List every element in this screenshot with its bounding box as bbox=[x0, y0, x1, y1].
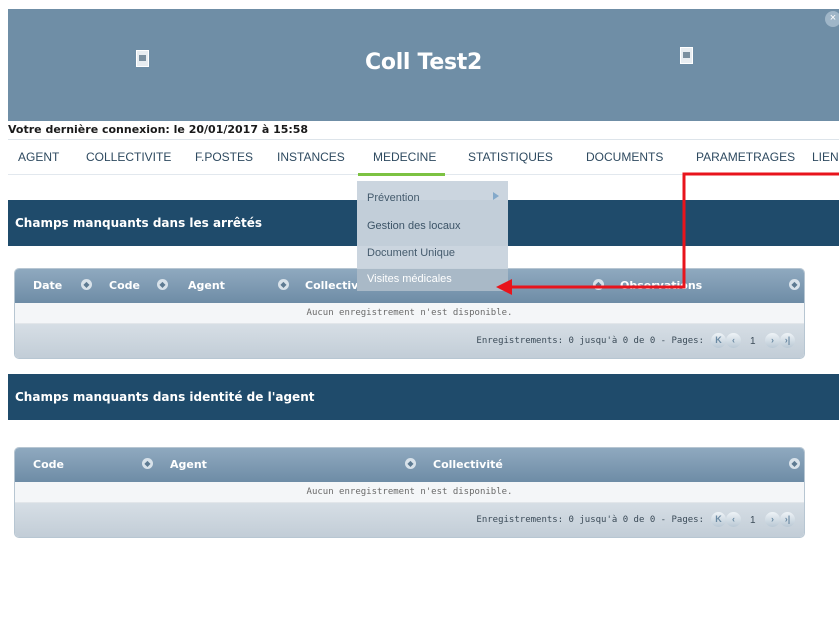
nav-item-parametrages[interactable]: PARAMETRAGES bbox=[696, 150, 795, 164]
column-header-collectivite[interactable]: Collectivité bbox=[433, 458, 503, 471]
column-header-observations[interactable]: Observations bbox=[620, 279, 702, 292]
medecine-dropdown-menu: Prévention Gestion des locaux Document U… bbox=[357, 181, 508, 269]
app-banner: Coll Test2 × bbox=[8, 9, 839, 121]
last-login-text: Votre dernière connexion: le 20/01/2017 … bbox=[8, 123, 309, 136]
prev-page-icon[interactable]: ‹ bbox=[726, 333, 741, 348]
column-header-code[interactable]: Code bbox=[109, 279, 140, 292]
grid-identite: Code ◆ Agent ◆ Collectivité ◆ Aucun enre… bbox=[14, 447, 805, 538]
nav-active-indicator bbox=[358, 173, 445, 176]
sort-icon[interactable]: ◆ bbox=[278, 279, 289, 290]
sort-icon[interactable]: ◆ bbox=[81, 279, 92, 290]
close-icon[interactable]: × bbox=[825, 11, 839, 27]
page-title: Coll Test2 bbox=[365, 50, 482, 75]
empty-message: Aucun enregistrement n'est disponible. bbox=[15, 303, 804, 324]
grid-header: Code ◆ Agent ◆ Collectivité ◆ bbox=[15, 448, 804, 482]
grid-footer: Enregistrements: 0 jusqu'à 0 de 0 - Page… bbox=[15, 324, 804, 358]
sort-icon[interactable]: ◆ bbox=[157, 279, 168, 290]
submenu-arrow-icon bbox=[493, 192, 499, 200]
sort-icon[interactable]: ◆ bbox=[789, 279, 800, 290]
nav-item-medecine[interactable]: MEDECINE bbox=[373, 150, 436, 164]
next-page-icon[interactable]: › bbox=[765, 333, 780, 348]
column-header-date[interactable]: Date bbox=[33, 279, 62, 292]
broken-image-icon bbox=[680, 47, 693, 64]
next-page-icon[interactable]: › bbox=[765, 512, 780, 527]
nav-item-collectivite[interactable]: COLLECTIVITE bbox=[86, 150, 171, 164]
menu-item-prevention[interactable]: Prévention bbox=[367, 192, 420, 204]
nav-item-statistiques[interactable]: STATISTIQUES bbox=[468, 150, 553, 164]
sort-icon[interactable]: ◆ bbox=[593, 279, 604, 290]
column-header-code[interactable]: Code bbox=[33, 458, 64, 471]
nav-item-liens[interactable]: LIENS bbox=[812, 150, 839, 164]
grid-footer: Enregistrements: 0 jusqu'à 0 de 0 - Page… bbox=[15, 503, 804, 537]
first-page-icon[interactable]: K bbox=[711, 333, 726, 348]
column-header-agent[interactable]: Agent bbox=[188, 279, 225, 292]
prev-page-icon[interactable]: ‹ bbox=[726, 512, 741, 527]
main-nav: AGENT COLLECTIVITE F.POSTES INSTANCES ME… bbox=[8, 139, 839, 180]
section-title: Champs manquants dans les arrêtés bbox=[15, 216, 263, 230]
menu-item-visites-medicales[interactable]: Visites médicales bbox=[367, 273, 452, 285]
column-header-agent[interactable]: Agent bbox=[170, 458, 207, 471]
section-title: Champs manquants dans identité de l'agen… bbox=[15, 390, 315, 404]
sort-icon[interactable]: ◆ bbox=[142, 458, 153, 469]
paging-info: Enregistrements: 0 jusqu'à 0 de 0 - Page… bbox=[476, 515, 704, 525]
nav-item-agent[interactable]: AGENT bbox=[18, 150, 59, 164]
paging-info: Enregistrements: 0 jusqu'à 0 de 0 - Page… bbox=[476, 336, 704, 346]
nav-item-instances[interactable]: INSTANCES bbox=[277, 150, 345, 164]
empty-message: Aucun enregistrement n'est disponible. bbox=[15, 482, 804, 503]
page-number[interactable]: 1 bbox=[750, 515, 756, 526]
nav-item-documents[interactable]: DOCUMENTS bbox=[586, 150, 663, 164]
menu-item-document-unique[interactable]: Document Unique bbox=[367, 247, 455, 259]
nav-item-fpostes[interactable]: F.POSTES bbox=[195, 150, 253, 164]
first-page-icon[interactable]: K bbox=[711, 512, 726, 527]
last-page-icon[interactable]: ›| bbox=[780, 512, 795, 527]
last-page-icon[interactable]: ›| bbox=[780, 333, 795, 348]
sort-icon[interactable]: ◆ bbox=[405, 458, 416, 469]
menu-item-gestion-locaux[interactable]: Gestion des locaux bbox=[367, 220, 461, 232]
section-header-identite: Champs manquants dans identité de l'agen… bbox=[8, 374, 839, 420]
sort-icon[interactable]: ◆ bbox=[789, 458, 800, 469]
page-number[interactable]: 1 bbox=[750, 336, 756, 347]
